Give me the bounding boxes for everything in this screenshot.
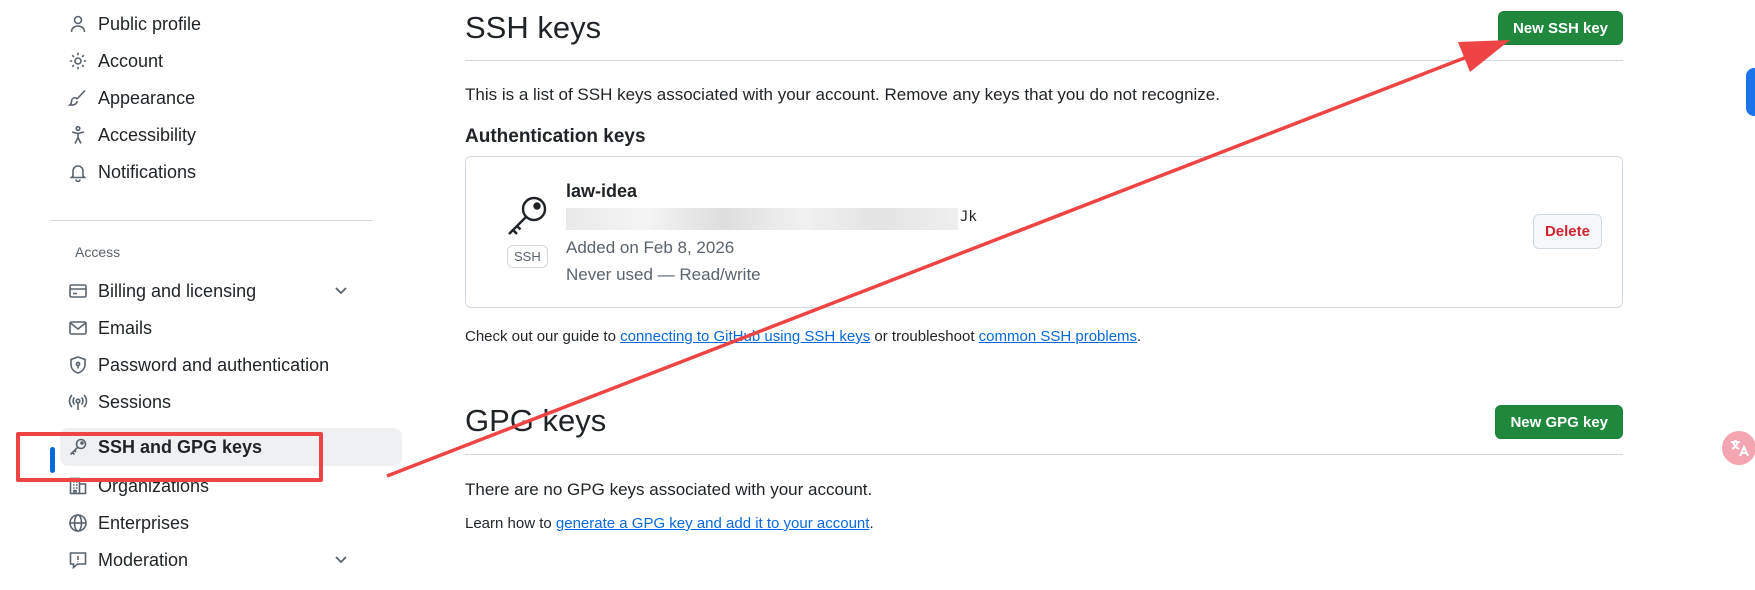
side-panel-tab[interactable] [1746, 68, 1755, 116]
translate-button[interactable] [1722, 431, 1755, 465]
annotation-arrow-line [386, 53, 1473, 478]
annotation-arrow [386, 40, 1510, 478]
translate-icon [1731, 440, 1749, 457]
annotation-arrowhead [1458, 40, 1510, 72]
